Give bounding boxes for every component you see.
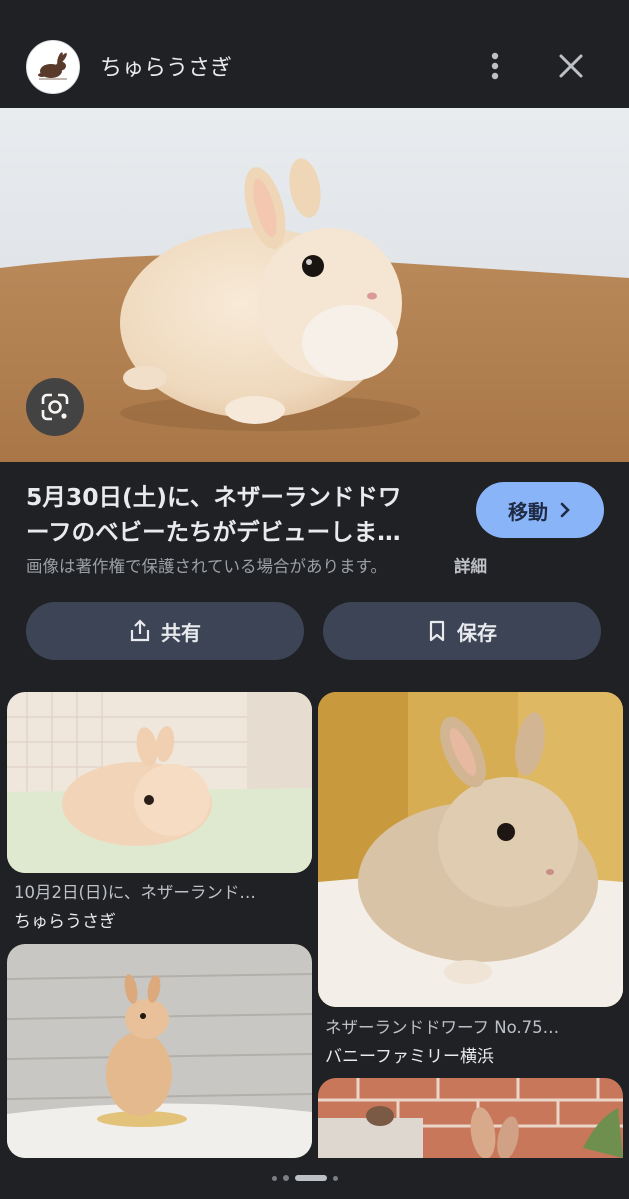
close-button[interactable]: [552, 46, 592, 86]
bunny-photo-1: [7, 692, 312, 873]
page-dot: [333, 1175, 338, 1181]
result-title[interactable]: 5月30日(土)に、ネザーランドドワ ーフのベビーたちがデビューしま…: [26, 480, 446, 550]
share-icon: [130, 619, 150, 642]
page-dot: [283, 1175, 289, 1181]
save-label: 保存: [457, 620, 497, 645]
close-icon: [559, 54, 583, 78]
related-caption-1[interactable]: 10月2日(日)に、ネザーランド…: [14, 879, 306, 903]
share-label: 共有: [161, 620, 201, 645]
visit-label: 移動: [508, 499, 548, 524]
main-image[interactable]: [0, 108, 629, 462]
bunny-photo: [0, 108, 629, 462]
google-lens-icon: [41, 393, 69, 421]
top-bar: ちゅらうさぎ: [0, 0, 629, 108]
page-indicator: [272, 1175, 338, 1181]
site-avatar[interactable]: [26, 40, 80, 94]
result-title-line1: 5月30日(土)に、ネザーランドドワ: [26, 483, 402, 511]
related-image-4[interactable]: [318, 1078, 623, 1158]
chevron-right-icon: [560, 502, 570, 518]
related-caption-2[interactable]: ネザーランドドワーフ No.75…: [325, 1014, 615, 1038]
bookmark-icon: [429, 620, 445, 642]
bunny-photo-2: [318, 692, 623, 1007]
related-image-2[interactable]: [318, 692, 623, 1007]
copyright-notice: 画像は著作権で保護されている場合があります。: [26, 557, 387, 576]
share-button[interactable]: 共有: [26, 602, 304, 660]
bunny-photo-3: [7, 944, 312, 1158]
more-vert-icon: [491, 52, 499, 80]
page-dot-active: [295, 1175, 327, 1181]
related-image-3[interactable]: [7, 944, 312, 1158]
save-button[interactable]: 保存: [323, 602, 601, 660]
page-dot: [272, 1175, 277, 1181]
related-image-1[interactable]: [7, 692, 312, 873]
rabbit-logo-icon: [38, 52, 67, 80]
result-title-line2: ーフのベビーたちがデビューしま…: [26, 518, 401, 546]
related-source-2[interactable]: バニーファミリー横浜: [325, 1042, 494, 1067]
lens-search-button[interactable]: [26, 378, 84, 436]
visit-button[interactable]: 移動: [476, 482, 604, 538]
related-source-1[interactable]: ちゅらうさぎ: [14, 907, 116, 932]
details-link[interactable]: 詳細: [454, 553, 487, 577]
more-options-button[interactable]: [478, 46, 512, 86]
site-name[interactable]: ちゅらうさぎ: [100, 50, 232, 82]
bunny-photo-4: [318, 1078, 623, 1158]
